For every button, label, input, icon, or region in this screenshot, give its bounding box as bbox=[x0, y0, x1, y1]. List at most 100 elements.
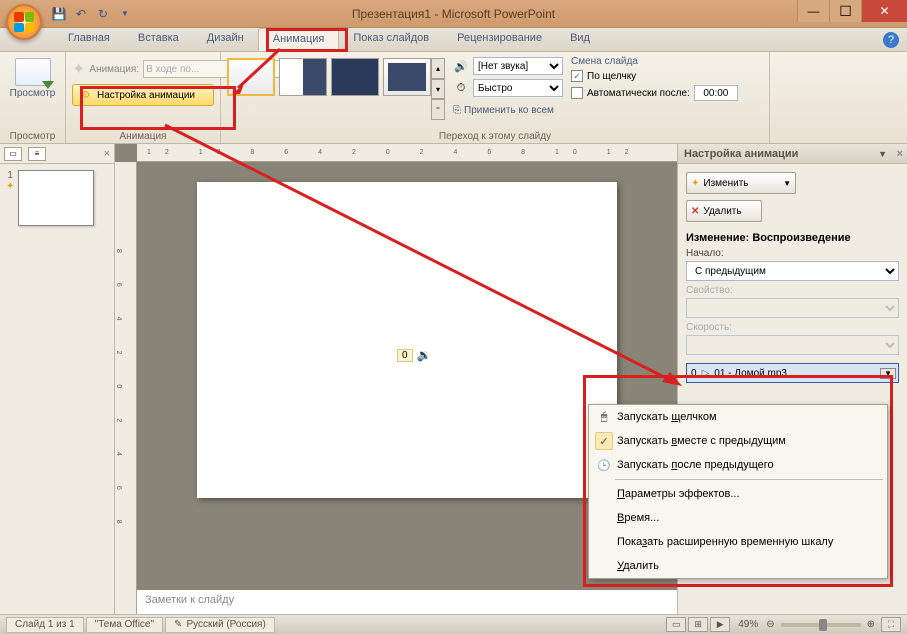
fit-window-button[interactable]: ⛶ bbox=[881, 617, 901, 632]
custom-animation-button[interactable]: ⚙ Настройка анимации bbox=[72, 84, 214, 106]
normal-view-button[interactable]: ▭ bbox=[666, 617, 686, 632]
menu-start-after-previous[interactable]: 🕒 Запускать после предыдущего bbox=[589, 453, 887, 477]
notes-area[interactable]: Заметки к слайду bbox=[137, 586, 677, 614]
zoom-in-button[interactable]: ⊕ bbox=[867, 619, 875, 630]
start-label: Начало: bbox=[686, 248, 899, 259]
group-animation: ✦ Анимация: ⚙ Настройка анимации Анимаци… bbox=[66, 52, 221, 143]
tab-review[interactable]: Рецензирование bbox=[443, 28, 556, 51]
star-icon: ✦ bbox=[691, 178, 699, 189]
transition-fade[interactable] bbox=[331, 58, 379, 96]
speed-label: Скорость: bbox=[686, 322, 899, 333]
media-object[interactable]: 0 🔉 bbox=[397, 348, 432, 362]
pane-header: Настройка анимации ▼ × bbox=[678, 144, 907, 164]
zoom-thumb[interactable] bbox=[819, 619, 827, 631]
tab-design[interactable]: Дизайн bbox=[193, 28, 258, 51]
tab-home[interactable]: Главная bbox=[54, 28, 124, 51]
group-label-preview: Просмотр bbox=[0, 131, 65, 142]
on-click-label: По щелчку bbox=[587, 71, 636, 82]
language-label: Русский (Россия) bbox=[186, 619, 265, 630]
vertical-ruler: 8 6 4 2 0 2 4 6 8 bbox=[115, 162, 137, 614]
menu-remove[interactable]: Удалить bbox=[589, 554, 887, 578]
change-effect-button[interactable]: ✦ Изменить ▼ bbox=[686, 172, 796, 194]
slide-canvas[interactable]: 0 🔉 bbox=[197, 182, 617, 498]
close-panel-icon[interactable]: × bbox=[104, 148, 110, 160]
auto-after-label: Автоматически после: bbox=[587, 88, 690, 99]
menu-timing[interactable]: Время... bbox=[589, 506, 887, 530]
undo-icon[interactable]: ↶ bbox=[72, 5, 90, 23]
change-label: Изменить bbox=[703, 178, 748, 189]
status-slide-count: Слайд 1 из 1 bbox=[6, 617, 84, 633]
help-icon[interactable]: ? bbox=[883, 32, 899, 48]
menu-start-on-click[interactable]: 🖱 Запускать щелчком bbox=[589, 405, 887, 429]
animation-label: Анимация: bbox=[89, 64, 139, 75]
thumb-number: 1 bbox=[7, 170, 13, 181]
preview-button[interactable]: Просмотр bbox=[6, 54, 59, 103]
tab-slideshow[interactable]: Показ слайдов bbox=[339, 28, 443, 51]
preview-label: Просмотр bbox=[10, 88, 56, 99]
menu-show-timeline[interactable]: Показать расширенную временную шкалу bbox=[589, 530, 887, 554]
transition-cut[interactable] bbox=[279, 58, 327, 96]
tab-insert[interactable]: Вставка bbox=[124, 28, 193, 51]
property-label: Свойство: bbox=[686, 285, 899, 296]
slide-panel: ▭ ≡ × 1 ✦ bbox=[0, 144, 115, 614]
menu-start-with-previous[interactable]: Запускать вместе с предыдущим bbox=[589, 429, 887, 453]
apply-to-all-button[interactable]: ⎘ Применить ко всем bbox=[453, 105, 554, 116]
custom-anim-label: Настройка анимации bbox=[97, 90, 195, 101]
speed-select[interactable]: Быстро bbox=[473, 79, 563, 97]
status-theme: "Тема Office" bbox=[86, 617, 163, 633]
status-language[interactable]: ✎ Русский (Россия) bbox=[165, 617, 275, 633]
advance-title: Смена слайда bbox=[571, 56, 763, 67]
chevron-down-icon: ▼ bbox=[783, 179, 791, 188]
ribbon-tabs: Главная Вставка Дизайн Анимация Показ сл… bbox=[0, 28, 907, 52]
start-select[interactable]: С предыдущим bbox=[686, 261, 899, 281]
effect-dropdown-icon[interactable]: ▼ bbox=[880, 368, 896, 379]
apply-all-icon: ⎘ bbox=[453, 105, 461, 116]
delete-effect-button[interactable]: ✕ Удалить bbox=[686, 200, 762, 222]
modification-title: Изменение: Воспроизведение bbox=[686, 232, 899, 244]
sound-select[interactable]: [Нет звука] bbox=[473, 57, 563, 75]
maximize-button[interactable]: ☐ bbox=[829, 0, 861, 22]
pane-dropdown-icon[interactable]: ▼ bbox=[878, 149, 887, 159]
close-button[interactable]: ✕ bbox=[861, 0, 907, 22]
apply-all-label: Применить ко всем bbox=[464, 105, 554, 116]
gallery-down-icon[interactable]: ▾ bbox=[431, 79, 445, 100]
zoom-percent: 49% bbox=[738, 619, 758, 630]
thumbnail-image bbox=[18, 170, 94, 226]
group-transition: ▴ ▾ ⁼ 🔊 [Нет звука] ⏱ Быстро ⎘ Применить… bbox=[221, 52, 770, 143]
delete-label: Удалить bbox=[703, 206, 741, 217]
animation-indicator-icon: ✦ bbox=[6, 181, 14, 192]
transition-box[interactable] bbox=[383, 58, 431, 96]
sorter-view-button[interactable]: ⊞ bbox=[688, 617, 708, 632]
speaker-icon: 🔉 bbox=[417, 348, 432, 362]
slide-thumbnail-1[interactable]: 1 ✦ bbox=[6, 170, 108, 226]
group-preview: Просмотр Просмотр bbox=[0, 52, 66, 143]
effect-list-item[interactable]: 0 ▷ 01 - Домой.mp3 ▼ bbox=[686, 363, 899, 383]
tab-animation[interactable]: Анимация bbox=[258, 28, 340, 51]
quick-access-toolbar: 💾 ↶ ↻ ▼ bbox=[50, 5, 134, 23]
tab-view[interactable]: Вид bbox=[556, 28, 604, 51]
office-button[interactable] bbox=[6, 4, 42, 40]
transition-none[interactable] bbox=[227, 58, 275, 96]
save-icon[interactable]: 💾 bbox=[50, 5, 68, 23]
auto-after-checkbox[interactable] bbox=[571, 87, 583, 99]
close-pane-icon[interactable]: × bbox=[897, 148, 903, 160]
slides-tab[interactable]: ▭ bbox=[4, 147, 22, 161]
zoom-out-button[interactable]: ⊖ bbox=[766, 619, 774, 630]
zoom-slider[interactable] bbox=[781, 623, 861, 627]
gallery-up-icon[interactable]: ▴ bbox=[431, 58, 445, 79]
qat-dropdown-icon[interactable]: ▼ bbox=[116, 5, 134, 23]
menu-separator bbox=[615, 479, 883, 480]
slide-panel-tabs: ▭ ≡ × bbox=[0, 144, 114, 164]
minimize-button[interactable]: — bbox=[797, 0, 829, 22]
redo-icon[interactable]: ↻ bbox=[94, 5, 112, 23]
auto-after-time-input[interactable] bbox=[694, 85, 738, 101]
animation-order-tag: 0 bbox=[397, 349, 413, 362]
group-label-animation: Анимация bbox=[66, 131, 220, 142]
gallery-more-icon[interactable]: ⁼ bbox=[431, 99, 445, 120]
gallery-scroll: ▴ ▾ ⁼ bbox=[431, 58, 445, 120]
menu-effect-params[interactable]: Параметры эффектов... bbox=[589, 482, 887, 506]
outline-tab[interactable]: ≡ bbox=[28, 147, 46, 161]
slideshow-view-button[interactable]: ▶ bbox=[710, 617, 730, 632]
on-click-checkbox[interactable]: ✓ bbox=[571, 70, 583, 82]
advance-slide-group: Смена слайда ✓ По щелчку Автоматически п… bbox=[563, 54, 763, 120]
